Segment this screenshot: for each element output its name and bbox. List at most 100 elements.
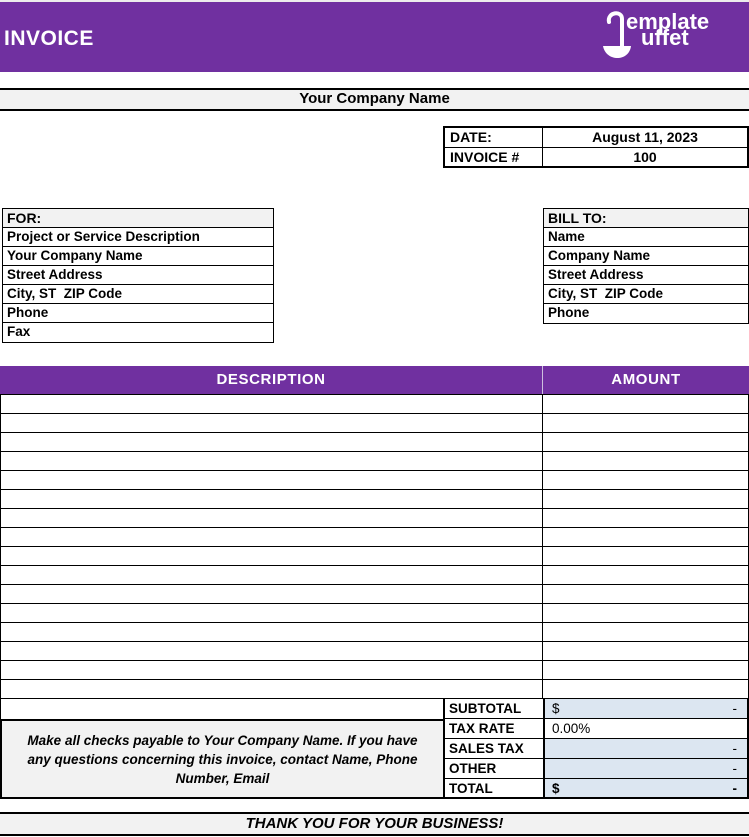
for-row: Your Company Name	[3, 247, 273, 266]
item-row	[1, 547, 748, 566]
invoice-meta-table: DATE: August 11, 2023 INVOICE # 100	[443, 126, 749, 168]
item-description-cell	[1, 490, 543, 508]
bill-to-section: BILL TO: Name Company Name Street Address C…	[543, 208, 749, 324]
payment-note-text: Make all checks payable to Your Company …	[27, 732, 418, 786]
tax-rate-label: TAX RATE	[445, 719, 543, 739]
item-amount-cell	[543, 604, 748, 622]
date-label: DATE:	[445, 128, 543, 147]
header-banner: INVOICE emplate uffet	[0, 2, 749, 72]
item-amount-cell	[543, 623, 748, 641]
invoice-number-row: INVOICE # 100	[445, 147, 747, 166]
item-amount-cell	[543, 680, 748, 698]
description-column-header: DESCRIPTION	[0, 366, 543, 394]
item-description-cell	[1, 395, 543, 413]
item-row	[1, 604, 748, 623]
invoice-sheet: INVOICE emplate uffet Your Company Name …	[0, 0, 749, 837]
for-row: City, ST ZIP Code	[3, 285, 273, 304]
totals-values-column: $ - 0.00% - - $ -	[543, 699, 749, 799]
item-amount-cell	[543, 490, 748, 508]
for-row: Project or Service Description	[3, 228, 273, 247]
template-buffet-logo: emplate uffet	[601, 9, 741, 67]
item-amount-cell	[543, 642, 748, 660]
item-row	[1, 452, 748, 471]
sales-tax-amount: -	[732, 741, 738, 756]
spacer-cell	[0, 699, 445, 719]
other-value-cell: -	[545, 759, 747, 779]
date-value: August 11, 2023	[592, 129, 698, 145]
item-description-cell	[1, 585, 543, 603]
subtotal-currency-symbol: $	[552, 701, 560, 716]
date-row: DATE: August 11, 2023	[445, 128, 747, 147]
subtotal-label: SUBTOTAL	[445, 699, 543, 719]
bill-to-row: Company Name	[544, 247, 748, 266]
item-description-cell	[1, 642, 543, 660]
bill-to-section-header: BILL TO:	[544, 209, 748, 228]
item-description-cell	[1, 547, 543, 565]
item-description-cell	[1, 604, 543, 622]
item-description-cell	[1, 509, 543, 527]
total-currency-symbol: $	[552, 781, 560, 796]
item-row	[1, 433, 748, 452]
item-row	[1, 471, 748, 490]
invoice-number-value: 100	[633, 149, 657, 165]
item-amount-cell	[543, 661, 748, 679]
for-row: Phone	[3, 304, 273, 323]
item-row	[1, 623, 748, 642]
for-row: Fax	[7, 324, 31, 339]
item-amount-cell	[543, 471, 748, 489]
tax-rate-value-cell: 0.00%	[545, 719, 747, 739]
item-row	[1, 509, 748, 528]
for-section-header: FOR:	[3, 209, 273, 228]
item-amount-cell	[543, 433, 748, 451]
subtotal-value-cell: $ -	[545, 699, 747, 719]
item-amount-cell	[543, 566, 748, 584]
thank-you-bar: THANK YOU FOR YOUR BUSINESS!	[0, 812, 749, 836]
page-title: INVOICE	[4, 27, 94, 50]
item-row	[1, 661, 748, 680]
item-description-cell	[1, 452, 543, 470]
item-description-cell	[1, 414, 543, 432]
total-label: TOTAL	[445, 779, 543, 799]
other-amount: -	[732, 761, 738, 776]
company-name-bar: Your Company Name	[0, 88, 749, 111]
total-amount: -	[732, 781, 738, 796]
bill-to-row: City, ST ZIP Code	[544, 285, 748, 304]
bill-to-row: Name	[544, 228, 748, 247]
item-description-cell	[1, 661, 543, 679]
item-row	[1, 680, 748, 699]
item-amount-cell	[543, 528, 748, 546]
item-row	[1, 528, 748, 547]
item-amount-cell	[543, 395, 748, 413]
bill-to-row: Phone	[548, 305, 590, 320]
bill-to-row: Street Address	[544, 266, 748, 285]
sales-tax-value-cell: -	[545, 739, 747, 759]
item-row	[1, 642, 748, 661]
subtotal-amount: -	[732, 701, 738, 716]
amount-column-header: AMOUNT	[611, 371, 681, 388]
item-description-cell	[1, 471, 543, 489]
items-table-header: DESCRIPTION AMOUNT	[0, 366, 749, 394]
item-amount-cell	[543, 509, 748, 527]
totals-section: Make all checks payable to Your Company …	[0, 699, 749, 799]
items-table-body	[0, 394, 749, 699]
item-row	[1, 490, 748, 509]
item-amount-cell	[543, 452, 748, 470]
item-description-cell	[1, 433, 543, 451]
item-row	[1, 414, 748, 433]
other-label: OTHER	[445, 759, 543, 779]
item-description-cell	[1, 528, 543, 546]
for-row: Street Address	[3, 266, 273, 285]
item-row	[1, 585, 748, 604]
payment-note: Make all checks payable to Your Company …	[0, 719, 445, 799]
tax-rate-value: 0.00%	[552, 721, 591, 736]
for-section: FOR: Project or Service Description Your …	[2, 208, 274, 343]
item-amount-cell	[543, 414, 748, 432]
item-description-cell	[1, 566, 543, 584]
invoice-number-label: INVOICE #	[445, 148, 543, 166]
item-amount-cell	[543, 547, 748, 565]
totals-labels-column: SUBTOTAL TAX RATE SALES TAX OTHER TOTAL	[445, 699, 543, 799]
item-row	[1, 566, 748, 585]
item-description-cell	[1, 680, 543, 698]
item-amount-cell	[543, 585, 748, 603]
item-description-cell	[1, 623, 543, 641]
